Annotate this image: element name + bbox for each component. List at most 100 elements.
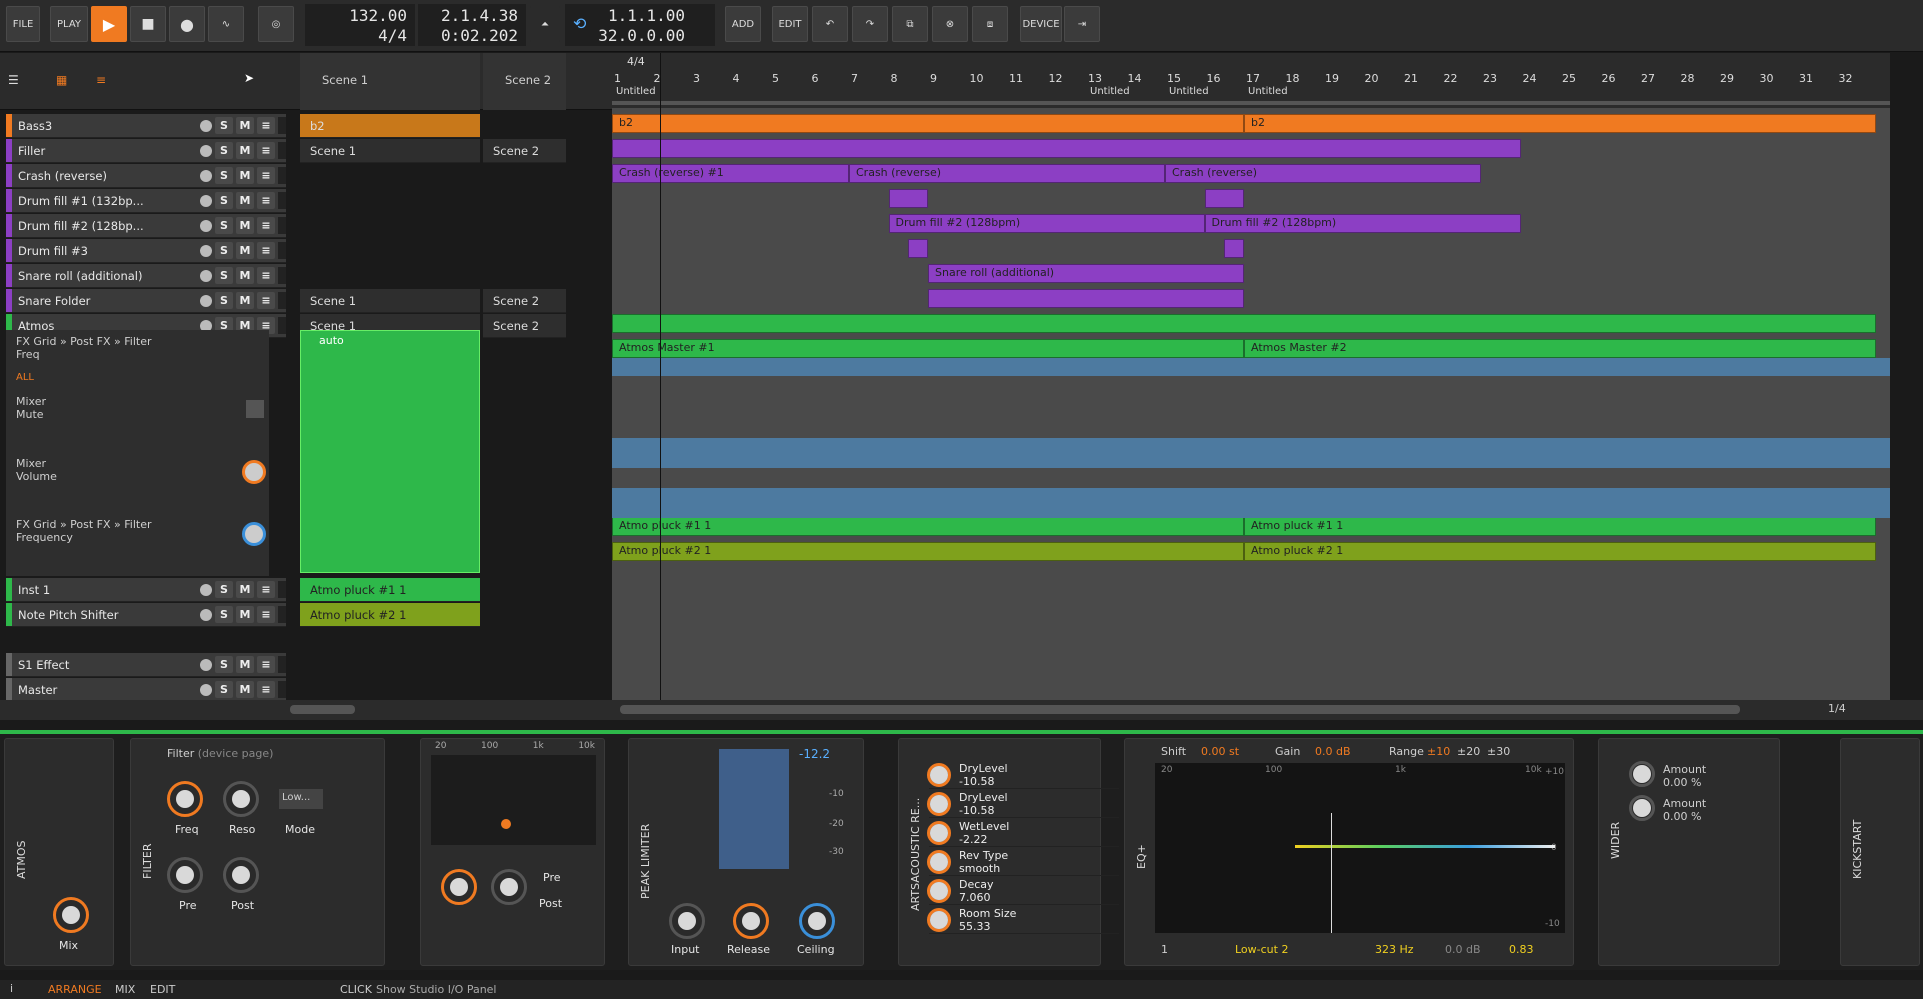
arrangement-clip[interactable]: Crash (reverse) #1 [612, 164, 849, 183]
param-knob[interactable] [927, 792, 951, 816]
playhead[interactable] [660, 53, 661, 700]
record-arm-icon[interactable] [200, 658, 212, 671]
pointer-tool-icon[interactable]: ➤ [244, 71, 254, 85]
arrangement-clip[interactable] [612, 139, 1521, 158]
track-name[interactable]: Note Pitch Shifter [12, 608, 197, 622]
record-arm-icon[interactable] [200, 583, 212, 596]
solo-button[interactable]: S [215, 581, 233, 598]
track-menu-icon[interactable]: ≡ [257, 681, 275, 698]
metronome-button[interactable]: ⏶ [530, 6, 560, 42]
solo-button[interactable]: S [215, 167, 233, 184]
paste-button[interactable]: ⧈ [972, 6, 1008, 42]
automation-lane-volume[interactable]: Mixer Volume [16, 457, 57, 483]
launcher-slot[interactable]: Scene 2 [483, 139, 566, 163]
cue-marker[interactable]: Untitled [1090, 86, 1130, 97]
edit-tab[interactable]: EDIT [150, 983, 175, 996]
track-menu-icon[interactable]: ≡ [257, 242, 275, 259]
info-icon[interactable]: i [10, 982, 13, 995]
loop-length[interactable]: 32.0.0.00 [598, 26, 685, 45]
reverb-param[interactable]: WetLevel -2.22 [927, 819, 1119, 847]
pre-knob[interactable] [167, 857, 203, 893]
record-arm-icon[interactable] [200, 608, 212, 621]
solo-button[interactable]: S [215, 681, 233, 698]
freq-knob[interactable] [167, 781, 203, 817]
post-knob[interactable] [223, 857, 259, 893]
mute-button[interactable]: M [236, 217, 254, 234]
launcher-slot[interactable]: Scene 1 [300, 289, 480, 313]
solo-button[interactable]: S [215, 192, 233, 209]
track-name[interactable]: Bass3 [12, 119, 197, 133]
redo-button[interactable]: ↷ [852, 6, 888, 42]
track-header[interactable]: Inst 1 S M ≡ [6, 578, 286, 602]
frequency-knob[interactable] [242, 522, 266, 546]
arrangement-scrollbar[interactable] [620, 705, 1740, 714]
undo-button[interactable]: ↶ [812, 6, 848, 42]
delete-button[interactable]: ⊗ [932, 6, 968, 42]
mute-button[interactable]: M [236, 192, 254, 209]
time-signature[interactable]: 4/4 [378, 26, 407, 45]
arrangement-clip[interactable]: Crash (reverse) [849, 164, 1165, 183]
band-freq[interactable]: 323 Hz [1375, 943, 1414, 956]
all-filter[interactable]: ALL [16, 372, 34, 383]
record-arm-icon[interactable] [200, 683, 212, 696]
loop-start[interactable]: 1.1.1.00 [608, 6, 685, 25]
track-header[interactable]: Drum fill #3 S M ≡ [6, 239, 286, 263]
param-knob[interactable] [927, 763, 951, 787]
shift-value[interactable]: 0.00 st [1201, 745, 1239, 758]
track-menu-icon[interactable]: ≡ [257, 656, 275, 673]
cutoff-handle[interactable] [501, 819, 511, 829]
launcher-slot[interactable]: Scene 2 [483, 289, 566, 313]
automation-lane[interactable] [612, 488, 1890, 518]
tempo-value[interactable]: 132.00 [349, 6, 407, 25]
arrangement-clip[interactable]: Atmo pluck #2 1 [1244, 542, 1876, 561]
track-header[interactable]: S1 Effect S M ≡ [6, 653, 286, 677]
arrangement-clip[interactable] [928, 289, 1244, 308]
arrange-tab[interactable]: ARRANGE [48, 983, 102, 996]
mute-button[interactable]: M [236, 242, 254, 259]
range-20[interactable]: ±20 [1457, 745, 1480, 758]
arrangement-clip[interactable]: Atmo pluck #1 1 [1244, 517, 1876, 536]
band-q[interactable]: 0.83 [1509, 943, 1534, 956]
arrangement-clip[interactable]: b2 [612, 114, 1244, 133]
loop-icon[interactable]: ⟲ [573, 14, 586, 33]
ceiling-knob[interactable] [799, 903, 835, 939]
amount1-knob[interactable] [1629, 761, 1655, 787]
scene1-header[interactable]: Scene 1 [300, 53, 480, 110]
track-header[interactable]: Snare Folder S M ≡ [6, 289, 286, 313]
reverb-param[interactable]: DryLevel -10.58 [927, 790, 1119, 818]
param-knob[interactable] [927, 821, 951, 845]
solo-button[interactable]: S [215, 117, 233, 134]
cue-marker[interactable]: Untitled [1169, 86, 1209, 97]
automation-write-button[interactable]: ∿ [208, 6, 244, 42]
cue-marker[interactable]: Untitled [616, 86, 656, 97]
spectrum-freq-knob[interactable] [441, 869, 477, 905]
track-menu-icon[interactable]: ≡ [257, 217, 275, 234]
mode-select[interactable]: Low... [279, 789, 323, 809]
stop-button[interactable]: ■ [130, 6, 166, 42]
position-display[interactable]: 2.1.4.38 0:02.202 [418, 4, 526, 46]
add-button[interactable]: ADD [725, 6, 761, 42]
play-menu-button[interactable]: PLAY [50, 6, 88, 42]
list-view-icon[interactable]: ≡ [96, 73, 106, 87]
launcher-clip[interactable]: Atmo pluck #1 1 [300, 578, 480, 602]
track-header[interactable]: Filler S M ≡ [6, 139, 286, 163]
file-button[interactable]: FILE [6, 6, 40, 42]
record-arm-icon[interactable] [200, 219, 212, 232]
auto-clip[interactable]: auto [300, 330, 480, 573]
arrangement-clip[interactable]: Atmo pluck #1 1 [612, 517, 1244, 536]
arrangement-clip[interactable] [1224, 239, 1244, 258]
record-button[interactable]: ● [169, 6, 205, 42]
tempo-display[interactable]: 132.00 4/4 [305, 4, 415, 46]
mute-button[interactable]: M [236, 606, 254, 623]
track-header[interactable]: Drum fill #2 (128bp... S M ≡ [6, 214, 286, 238]
solo-button[interactable]: S [215, 656, 233, 673]
arrangement-clip[interactable]: Atmos Master #2 [1244, 339, 1876, 358]
track-header[interactable]: Crash (reverse) S M ≡ [6, 164, 286, 188]
solo-button[interactable]: S [215, 142, 233, 159]
track-menu-icon[interactable]: ≡ [257, 581, 275, 598]
reverb-param[interactable]: Room Size 55.33 [927, 906, 1119, 934]
track-menu-icon[interactable]: ≡ [257, 117, 275, 134]
launcher-slot[interactable]: Scene 1 [300, 139, 480, 163]
reverb-param[interactable]: Decay 7.060 [927, 877, 1119, 905]
track-menu-icon[interactable]: ≡ [257, 192, 275, 209]
